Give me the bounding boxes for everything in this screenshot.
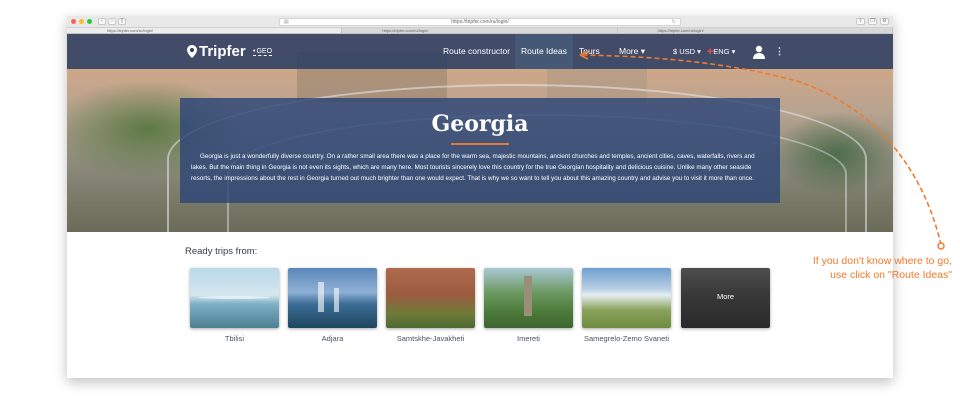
- trip-label[interactable]: Tbilisi: [190, 334, 279, 344]
- trip-thumbnail[interactable]: [582, 268, 671, 328]
- address-url: https://tripfer.com/ru/login/: [451, 19, 509, 25]
- trip-card-more[interactable]: More: [681, 268, 770, 328]
- route-ideas-callout: If you don't know where to go, use click…: [813, 254, 952, 282]
- back-button[interactable]: ‹: [98, 18, 106, 25]
- reload-icon[interactable]: ↻: [672, 19, 676, 26]
- more-label[interactable]: More: [681, 292, 770, 301]
- browser-window: ‹ › ▯ ▤ https://tripfer.com/ru/login/ ↻ …: [67, 16, 893, 378]
- trip-thumbnail[interactable]: [484, 268, 573, 328]
- country-description: Georgia is just a wonderfully diverse co…: [191, 153, 755, 182]
- language-selector[interactable]: ✚ENG ▾: [707, 34, 735, 69]
- trip-thumbnail[interactable]: [288, 268, 377, 328]
- user-avatar-icon[interactable]: [753, 45, 765, 59]
- trip-label[interactable]: Imereti: [484, 334, 573, 344]
- trip-thumbnail[interactable]: [386, 268, 475, 328]
- trip-card-adjara[interactable]: Adjara: [288, 268, 377, 344]
- currency-selector[interactable]: $ USD ▾: [673, 34, 701, 69]
- nav-route-ideas[interactable]: Route Ideas: [515, 34, 573, 69]
- title-underline: [451, 143, 509, 145]
- callout-line-1: If you don't know where to go,: [812, 255, 952, 267]
- country-info-panel: Georgia Georgia is just a wonderfully di…: [180, 98, 780, 203]
- tower-shape: [318, 282, 324, 312]
- browser-tab[interactable]: https://tripfer.com/ru/login/: [342, 28, 618, 33]
- hero-section: Tripfer • GEO Route constructor Route Id…: [67, 34, 893, 232]
- small-pin-icon: •: [253, 48, 256, 55]
- country-title: Georgia: [431, 111, 529, 137]
- minimize-window-button[interactable]: [79, 19, 84, 24]
- kebab-menu-icon[interactable]: ⋮: [775, 44, 784, 58]
- page-icon: ▤: [284, 19, 289, 25]
- site-logo[interactable]: Tripfer: [187, 43, 246, 60]
- window-controls: [71, 19, 92, 24]
- trip-label[interactable]: Samegrelo-Zemo Svaneti: [582, 334, 671, 344]
- close-window-button[interactable]: [71, 19, 76, 24]
- browser-tab[interactable]: https://tripfer.com/ru/login/: [618, 28, 893, 33]
- browser-actions: ⇪ ❐ ⚙: [856, 18, 889, 25]
- rock-pillar-shape: [524, 276, 532, 316]
- settings-icon[interactable]: ⚙: [880, 18, 889, 25]
- trip-card-tbilisi[interactable]: Tbilisi: [190, 268, 279, 344]
- trip-thumbnail[interactable]: [190, 268, 279, 328]
- sidebar-toggle-button[interactable]: ▯: [118, 18, 126, 25]
- maximize-window-button[interactable]: [87, 19, 92, 24]
- logo-text: Tripfer: [199, 43, 246, 60]
- trip-card-samegrelo-zemo-svaneti[interactable]: Samegrelo-Zemo Svaneti: [582, 268, 671, 344]
- trip-card-imereti[interactable]: Imereti: [484, 268, 573, 344]
- trip-label[interactable]: Samtskhe-Javakheti: [386, 334, 475, 344]
- more-thumbnail[interactable]: More: [681, 268, 770, 328]
- browser-toolbar: ‹ › ▯ ▤ https://tripfer.com/ru/login/ ↻ …: [67, 16, 893, 28]
- geo-selector[interactable]: • GEO: [253, 48, 273, 56]
- tower-shape: [334, 288, 339, 312]
- share-icon[interactable]: ⇪: [856, 18, 865, 25]
- tripfer-site: Tripfer • GEO Route constructor Route Id…: [67, 34, 893, 378]
- ready-trips-section: Ready trips from: Tbilisi Adjara Samtskh…: [67, 232, 893, 378]
- language-label: ENG ▾: [713, 47, 736, 56]
- location-pin-icon: [187, 45, 197, 58]
- site-navbar: Tripfer • GEO Route constructor Route Id…: [67, 34, 893, 69]
- tabs-overview-icon[interactable]: ❐: [868, 18, 877, 25]
- geo-label: GEO: [256, 48, 273, 55]
- stage: ‹ › ▯ ▤ https://tripfer.com/ru/login/ ↻ …: [0, 0, 960, 401]
- nav-more-dropdown[interactable]: More ▾: [619, 34, 645, 69]
- history-buttons: ‹ › ▯: [98, 18, 126, 25]
- callout-line-2: use click on "Route Ideas": [830, 269, 952, 281]
- ready-trips-heading: Ready trips from:: [185, 246, 258, 257]
- nav-tours[interactable]: Tours: [579, 34, 600, 69]
- forward-button[interactable]: ›: [108, 18, 116, 25]
- browser-tab[interactable]: https://tripfer.com/ru/login/: [67, 28, 343, 33]
- trip-label[interactable]: Adjara: [288, 334, 377, 344]
- trip-card-samtskhe-javakheti[interactable]: Samtskhe-Javakheti: [386, 268, 475, 344]
- nav-route-constructor[interactable]: Route constructor: [443, 34, 510, 69]
- address-bar[interactable]: ▤ https://tripfer.com/ru/login/ ↻: [279, 18, 681, 26]
- bridge-shape: [198, 296, 270, 299]
